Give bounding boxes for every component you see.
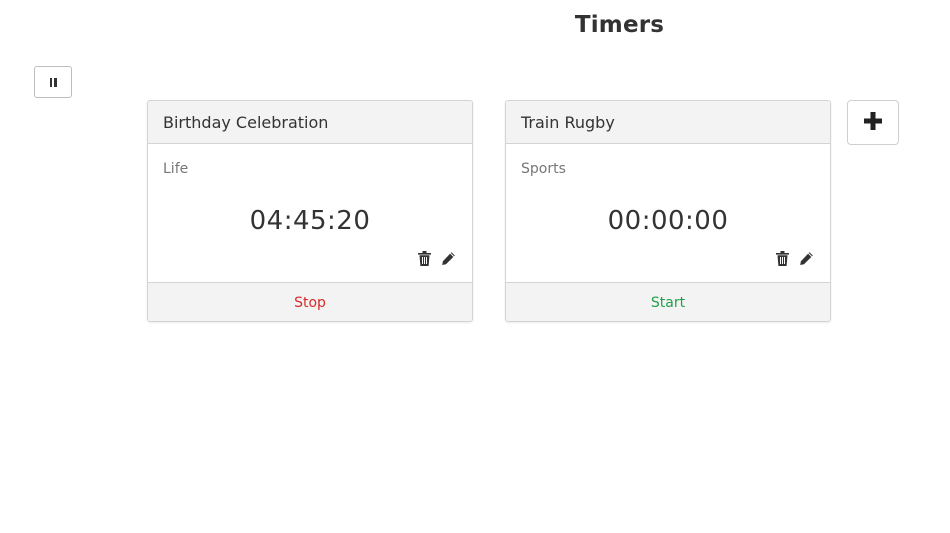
start-button[interactable]: Start: [506, 282, 830, 321]
trash-icon[interactable]: [416, 250, 432, 266]
timer-actions: [416, 250, 456, 266]
pause-all-button[interactable]: [34, 66, 72, 98]
timer-project: Sports: [521, 161, 566, 177]
timer-project: Life: [163, 161, 189, 177]
add-timer-button[interactable]: [847, 100, 899, 145]
timer-body: Sports 00:00:00: [506, 144, 830, 282]
stop-button[interactable]: Stop: [148, 282, 472, 321]
pencil-icon[interactable]: [798, 250, 814, 266]
pencil-icon[interactable]: [440, 250, 456, 266]
timer-title: Birthday Celebration: [148, 101, 472, 144]
pause-icon: [49, 77, 57, 87]
timer-card: Train Rugby Sports 00:00:00 Start: [505, 100, 831, 322]
plus-icon: [864, 111, 882, 134]
timer-card: Birthday Celebration Life 04:45:20 Stop: [147, 100, 473, 322]
timer-body: Life 04:45:20: [148, 144, 472, 282]
timer-elapsed: 04:45:20: [249, 206, 371, 236]
timer-elapsed: 00:00:00: [607, 206, 729, 236]
timer-title: Train Rugby: [506, 101, 830, 144]
timer-actions: [774, 250, 814, 266]
trash-icon[interactable]: [774, 250, 790, 266]
page-title: Timers: [574, 12, 665, 38]
